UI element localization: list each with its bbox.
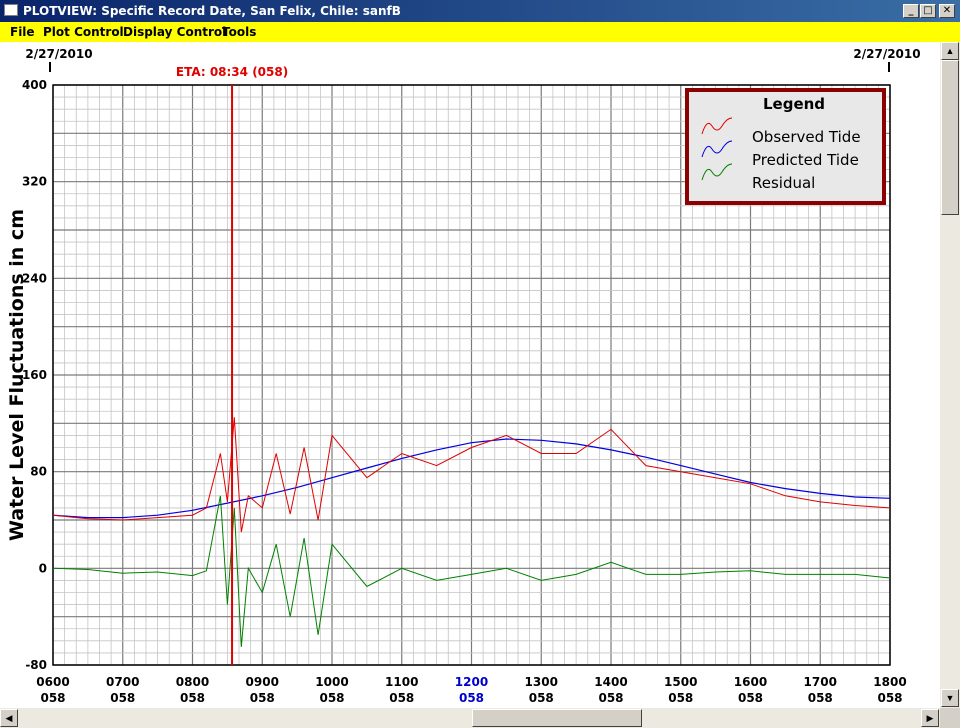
scroll-right-button[interactable]: ▶	[921, 709, 939, 727]
minimize-button[interactable]: _	[903, 4, 919, 18]
x-tick-day-label: 058	[738, 691, 763, 705]
y-tick-label: -80	[25, 658, 47, 672]
legend-observed-label: Observed Tide	[752, 128, 861, 146]
x-tick-time-label: 1000	[315, 675, 348, 689]
y-tick-label: 320	[22, 175, 47, 189]
menu-display-control[interactable]: Display Control	[123, 25, 226, 39]
x-tick-time-label: 1500	[664, 675, 697, 689]
close-button[interactable]: ✕	[939, 4, 955, 18]
x-tick-day-label: 058	[250, 691, 275, 705]
x-tick-day-label: 058	[389, 691, 414, 705]
x-tick-time-label: 1100	[385, 675, 418, 689]
x-tick-time-label: 0700	[106, 675, 139, 689]
y-tick-label: 400	[22, 78, 47, 92]
legend-residual-label: Residual	[752, 174, 815, 192]
eta-label: ETA: 08:34 (058)	[176, 65, 288, 79]
x-tick-day-label: 058	[110, 691, 135, 705]
plot-area: 400 320 240 160 80 0 -80 0600 058 0700 058 0800 058…	[0, 42, 940, 708]
x-tick-time-label: 0800	[176, 675, 209, 689]
y-axis-label: Water Level Fluctuations in cm	[6, 209, 28, 541]
horizontal-scrollbar[interactable]: ◀ ▶	[0, 708, 940, 728]
scroll-down-button[interactable]: ▼	[941, 689, 959, 707]
x-axis: 0600 058 0700 058 0800 058 0900 058 1000 058 1100 0…	[36, 675, 906, 705]
x-tick-time-label: 1600	[734, 675, 767, 689]
x-tick-day-label: 058	[808, 691, 833, 705]
x-tick-day-label: 058	[459, 691, 484, 705]
x-tick-time-label: 0600	[36, 675, 69, 689]
vertical-scrollbar[interactable]: ▲ ▼	[940, 42, 960, 708]
x-tick-time-label: 1400	[594, 675, 627, 689]
legend: Legend Observed Tide Predicted Tide Resi…	[685, 88, 886, 205]
vertical-scroll-thumb[interactable]	[941, 60, 959, 215]
y-tick-label: 0	[39, 561, 47, 575]
horizontal-scroll-thumb[interactable]	[472, 709, 642, 727]
x-tick-day-label: 058	[877, 691, 902, 705]
title-bar: PLOTVIEW: Specific Record Date, San Feli…	[0, 0, 960, 22]
x-tick-time-label: 1200	[455, 675, 488, 689]
y-tick-label: 80	[30, 465, 47, 479]
x-tick-time-label: 0900	[246, 675, 279, 689]
x-tick-time-label: 1300	[525, 675, 558, 689]
menu-plot-control[interactable]: Plot Control	[43, 25, 124, 39]
menu-bar: File Plot Control Display Control Tools	[0, 22, 960, 42]
tide-chart: 400320240160800-80 060005807000580800058…	[6, 47, 921, 705]
legend-title: Legend	[763, 95, 825, 113]
x-tick-day-label: 058	[180, 691, 205, 705]
x-tick-day-label: 058	[598, 691, 623, 705]
date-label-left: 2/27/2010	[25, 47, 92, 61]
legend-predicted-label: Predicted Tide	[752, 151, 859, 169]
x-tick-time-label: 1800	[873, 675, 906, 689]
app-icon	[4, 4, 18, 16]
x-tick-time-label: 1700	[804, 675, 837, 689]
maximize-button[interactable]: □	[920, 4, 936, 18]
date-label-right: 2/27/2010	[853, 47, 920, 61]
scrollbar-corner	[940, 708, 960, 728]
x-tick-day-label: 058	[40, 691, 65, 705]
window-title: PLOTVIEW: Specific Record Date, San Feli…	[23, 4, 401, 18]
x-tick-day-label: 058	[319, 691, 344, 705]
x-tick-day-label: 058	[668, 691, 693, 705]
x-tick-day-label: 058	[529, 691, 554, 705]
scroll-left-button[interactable]: ◀	[0, 709, 18, 727]
menu-tools[interactable]: Tools	[222, 25, 256, 39]
scroll-up-button[interactable]: ▲	[941, 42, 959, 60]
menu-file[interactable]: File	[10, 25, 35, 39]
